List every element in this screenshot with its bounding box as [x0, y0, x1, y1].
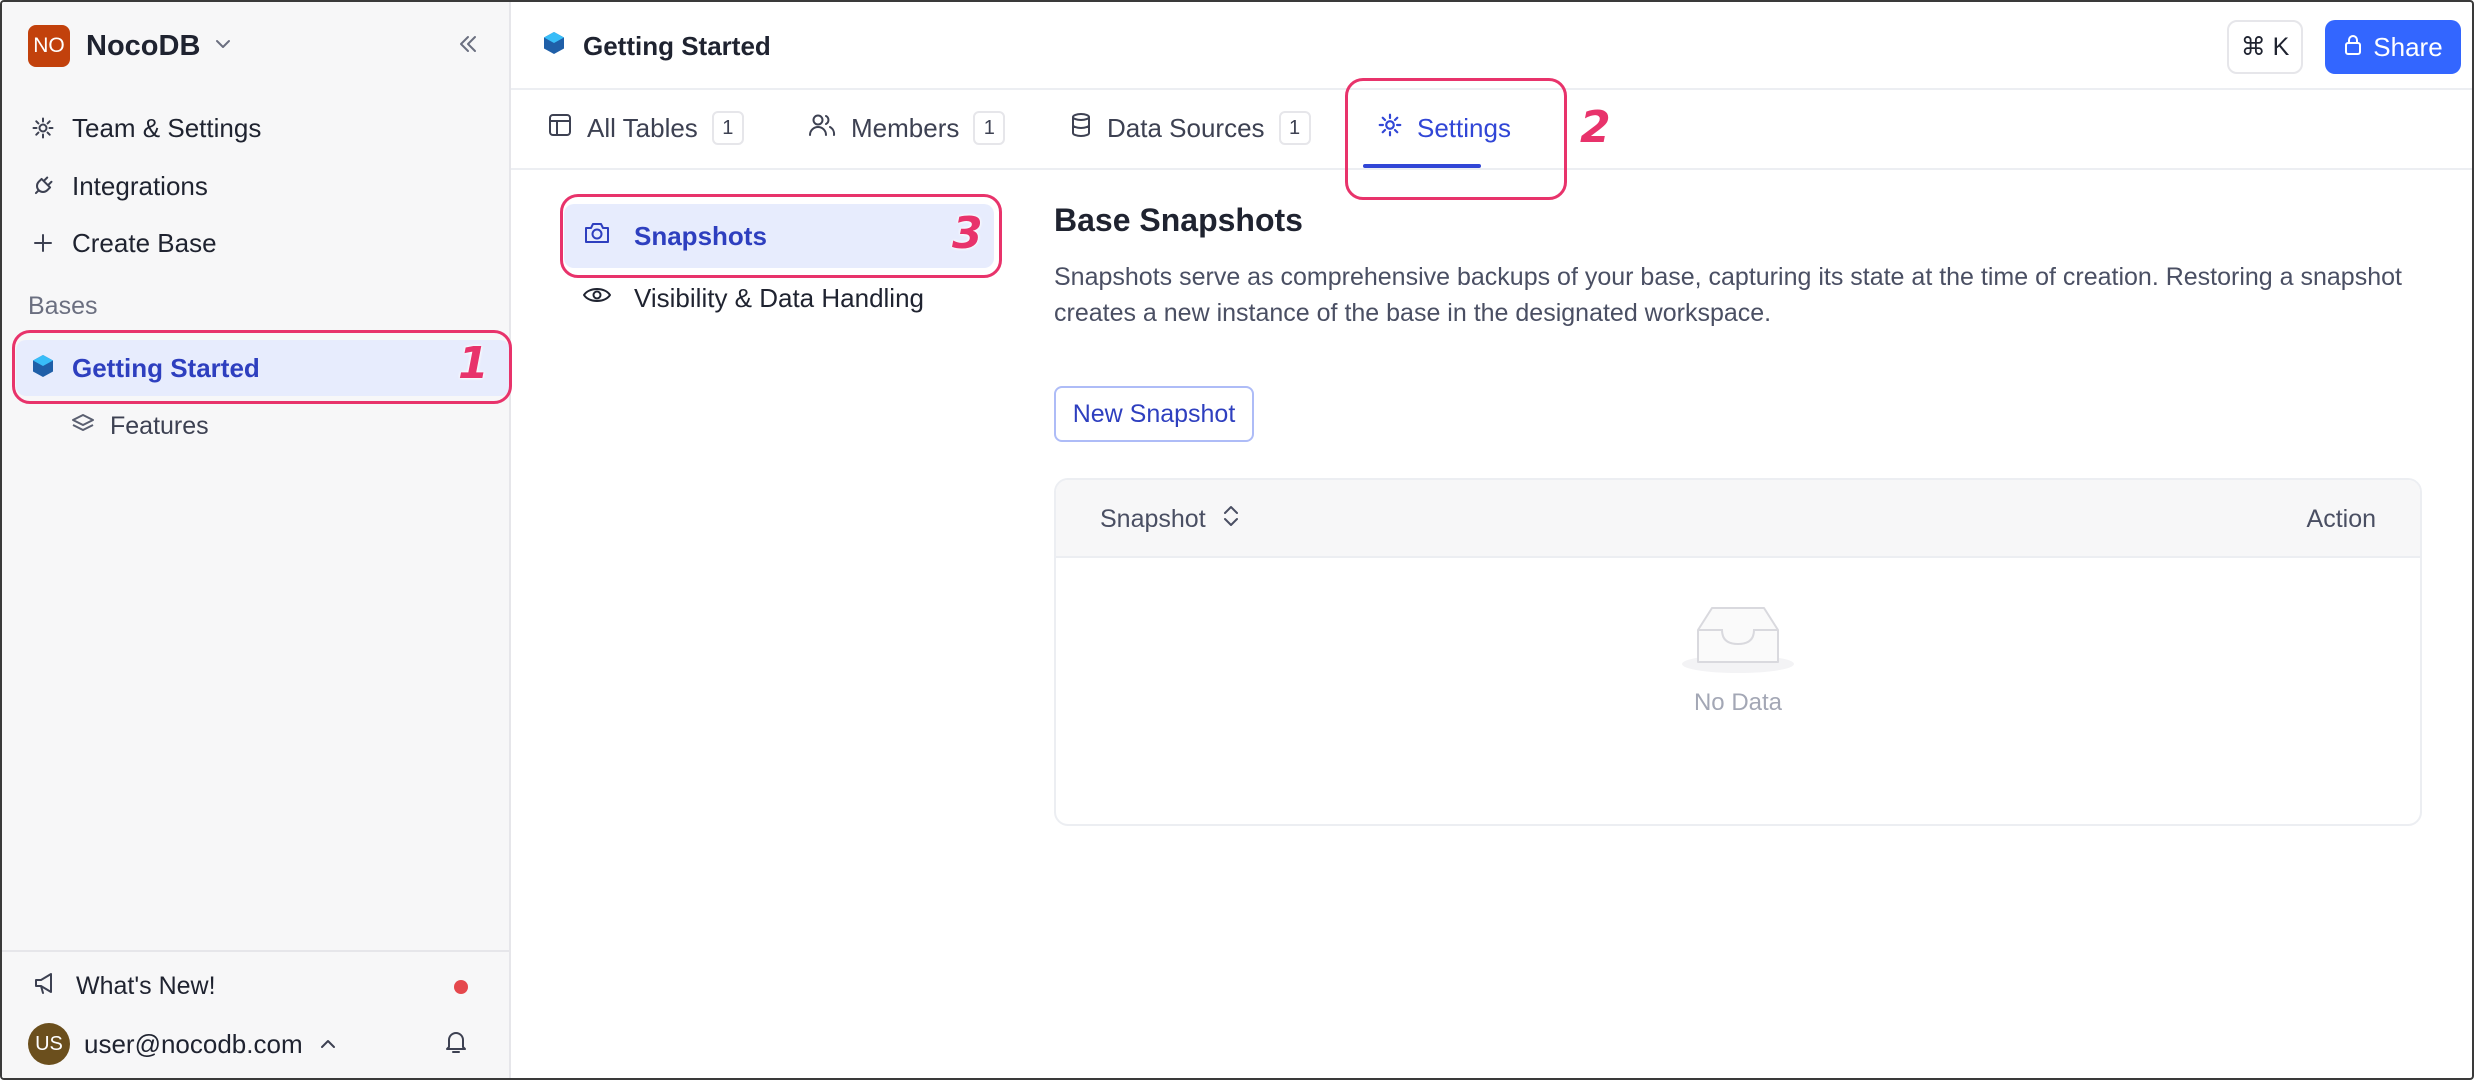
snapshots-table: Snapshot Action No Data	[1054, 478, 2422, 826]
gear-icon	[28, 113, 58, 143]
whats-new-button[interactable]: What's New!	[32, 966, 216, 1006]
column-header-snapshot[interactable]: Snapshot	[1100, 502, 1240, 536]
tab-label: Members	[851, 112, 960, 143]
bell-icon[interactable]	[442, 1028, 470, 1061]
snapshots-panel: Base Snapshots Snapshots serve as compre…	[1054, 202, 2424, 826]
sidebar-item-label: Team & Settings	[72, 112, 262, 143]
annotation-highlight-3	[560, 194, 1002, 278]
workspace-avatar: NO	[28, 25, 70, 67]
workspace-name: NocoDB	[86, 29, 201, 62]
sidebar-item-features[interactable]: Features	[70, 406, 209, 446]
chevron-down-icon	[214, 35, 232, 58]
eye-icon	[582, 282, 612, 315]
sidebar: NO NocoDB Team & Settings Integrations C…	[2, 2, 512, 1078]
notification-dot	[454, 980, 468, 994]
whats-new-label: What's New!	[76, 971, 216, 1000]
table-icon	[547, 112, 573, 145]
section-title: Base Snapshots	[1054, 202, 1303, 238]
annotation-highlight-1	[12, 330, 512, 404]
lock-icon	[2343, 32, 2363, 63]
user-email: user@nocodb.com	[84, 1028, 303, 1059]
tab-count-badge: 1	[711, 111, 744, 145]
empty-inbox-icon	[1680, 600, 1796, 681]
sidebar-footer: What's New! US user@nocodb.com	[2, 950, 509, 1078]
column-label: Snapshot	[1100, 504, 1206, 533]
column-header-action: Action	[2306, 504, 2376, 533]
tab-data-sources[interactable]: Data Sources 1	[1069, 106, 1311, 150]
topbar: Getting Started ⌘ K Share	[511, 2, 2472, 90]
base-cube-icon	[541, 30, 567, 63]
bases-section-label: Bases	[28, 292, 98, 320]
app-window: NO NocoDB Team & Settings Integrations C…	[0, 0, 2474, 1080]
plug-icon	[28, 171, 58, 201]
share-button[interactable]: Share	[2325, 20, 2461, 74]
sidebar-item-team-settings[interactable]: Team & Settings	[28, 108, 261, 148]
section-description: Snapshots serve as comprehensive backups…	[1054, 263, 2402, 327]
sub-item-label: Features	[110, 411, 209, 440]
annotation-number-1: 1	[458, 338, 489, 389]
user-menu[interactable]: US user@nocodb.com	[28, 1022, 337, 1066]
empty-state: No Data	[1056, 600, 2420, 717]
page-title: Getting Started	[541, 26, 771, 66]
sidebar-item-label: Integrations	[72, 170, 208, 201]
tab-members[interactable]: Members 1	[807, 106, 1006, 150]
new-snapshot-button[interactable]: New Snapshot	[1054, 386, 1254, 442]
sort-icon	[1222, 503, 1240, 536]
double-chevron-left-icon	[456, 32, 480, 61]
table-header: Snapshot Action	[1056, 480, 2420, 558]
settings-nav-label: Visibility & Data Handling	[634, 282, 924, 313]
sidebar-item-label: Create Base	[72, 227, 217, 258]
collapse-sidebar-button[interactable]	[450, 28, 486, 64]
sidebar-item-integrations[interactable]: Integrations	[28, 166, 208, 206]
tab-label: All Tables	[587, 112, 698, 143]
database-icon	[1069, 112, 1093, 145]
tab-label: Data Sources	[1107, 112, 1265, 143]
megaphone-icon	[32, 970, 58, 1003]
users-icon	[807, 112, 837, 145]
empty-text: No Data	[1693, 689, 1783, 716]
layers-icon	[70, 412, 96, 441]
command-palette-button[interactable]: ⌘ K	[2227, 20, 2303, 74]
tab-all-tables[interactable]: All Tables 1	[547, 106, 744, 150]
chevron-up-icon	[319, 1029, 337, 1060]
page-title-text: Getting Started	[583, 30, 771, 61]
plus-icon	[28, 228, 58, 258]
share-label: Share	[2373, 31, 2443, 62]
annotation-number-2: 2	[1580, 102, 1611, 153]
tab-count-badge: 1	[1278, 111, 1311, 145]
annotation-number-3: 3	[952, 208, 983, 259]
avatar: US	[28, 1023, 70, 1065]
tab-count-badge: 1	[973, 111, 1006, 145]
annotation-highlight-2	[1345, 78, 1567, 200]
sidebar-item-create-base[interactable]: Create Base	[28, 223, 217, 263]
workspace-switcher[interactable]: NO NocoDB	[28, 24, 232, 68]
